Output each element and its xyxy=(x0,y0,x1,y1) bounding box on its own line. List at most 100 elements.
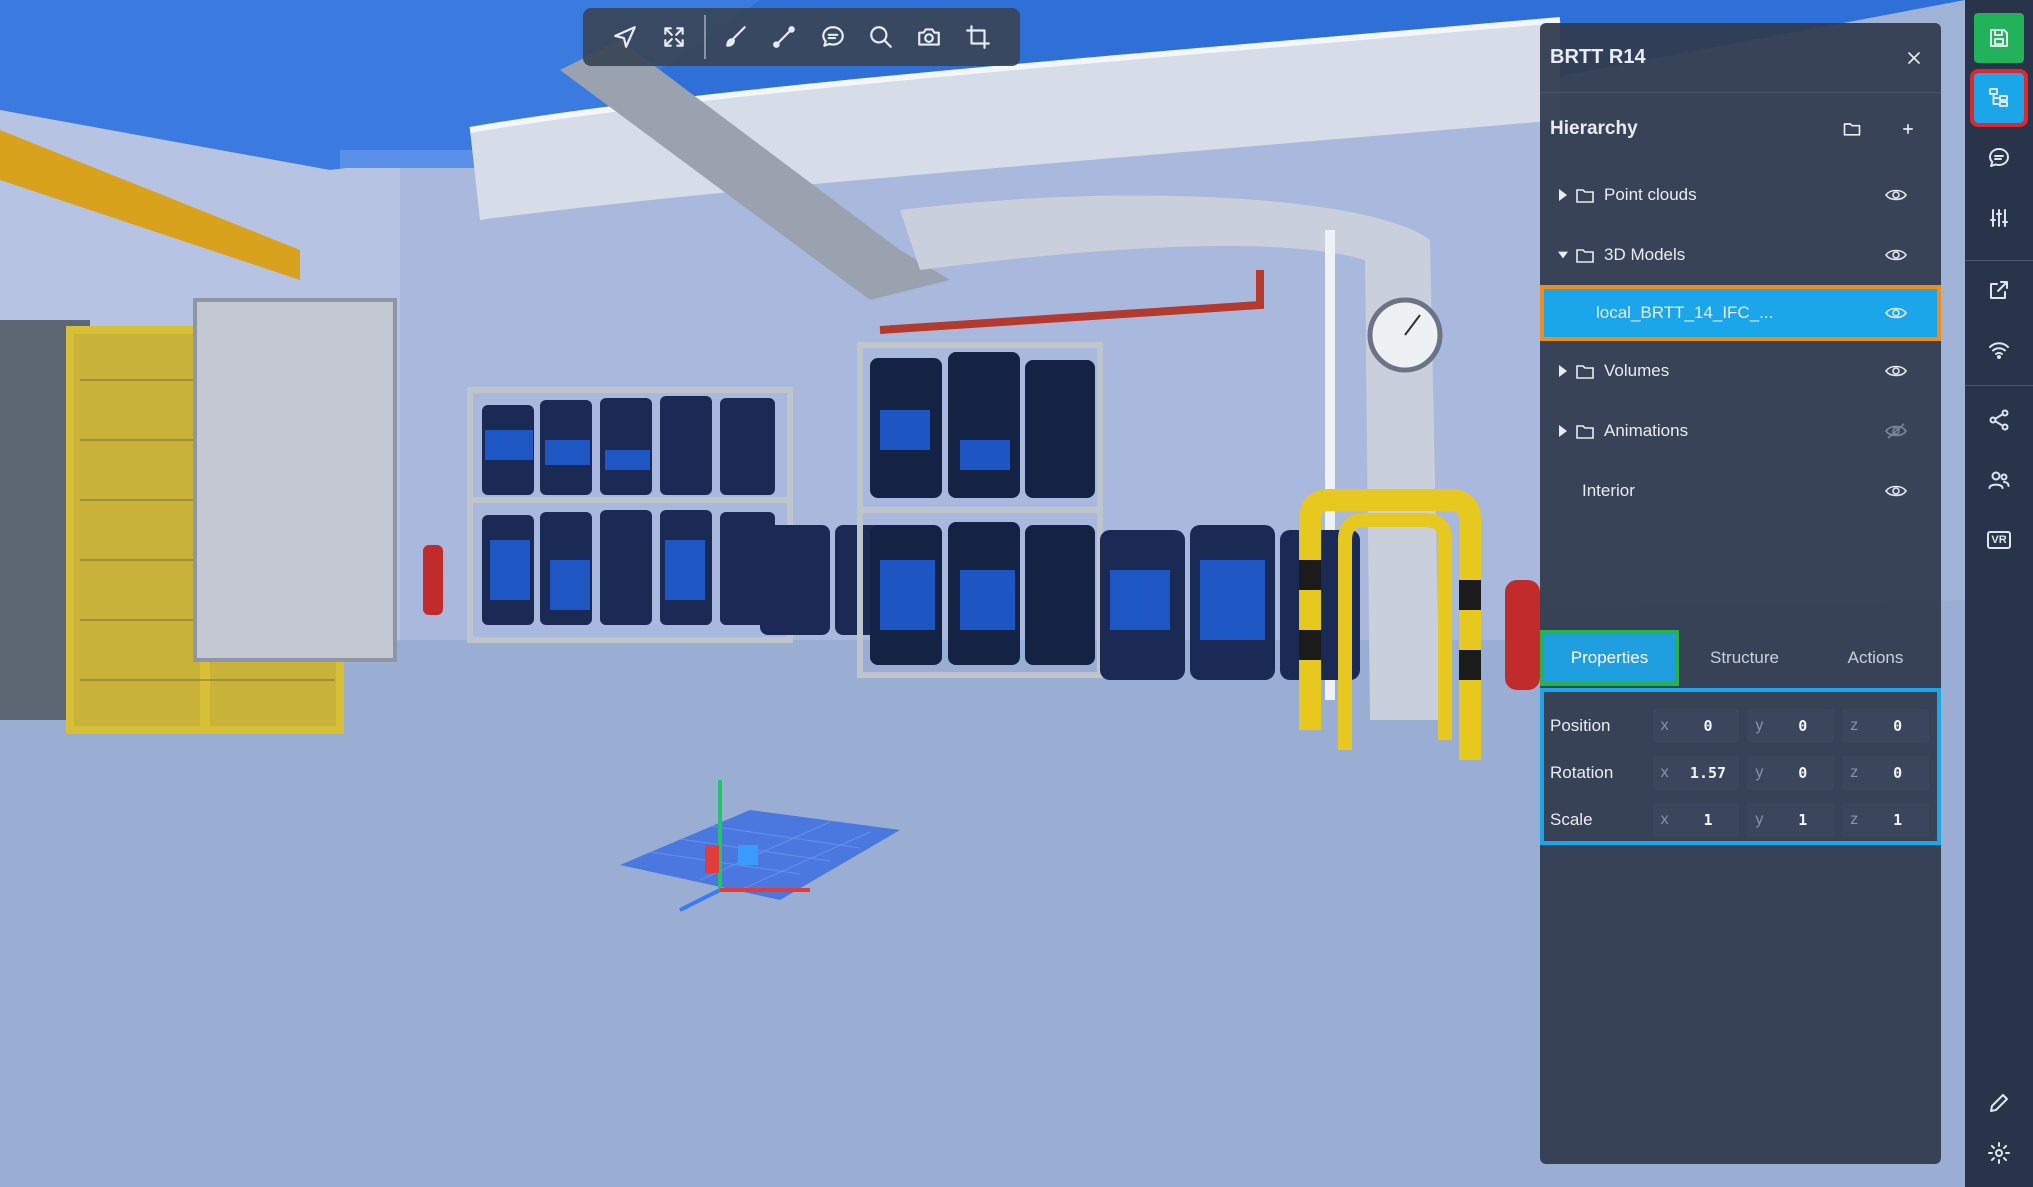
hierarchy-tree-icon xyxy=(1989,88,2008,107)
open-external-button[interactable] xyxy=(1974,265,2024,315)
rotation-x-field[interactable]: x 1.57 xyxy=(1652,755,1740,790)
hierarchy-panel-button[interactable] xyxy=(1970,69,2028,127)
rail-divider xyxy=(1965,260,2033,261)
vr-icon: VR xyxy=(1987,531,2011,549)
measure-button[interactable] xyxy=(760,8,808,66)
position-y-field[interactable]: y0 xyxy=(1747,708,1835,743)
camera-button[interactable] xyxy=(905,8,953,66)
add-item-button[interactable] xyxy=(1891,112,1925,146)
scale-y-field[interactable]: y1 xyxy=(1747,802,1835,837)
measure-icon xyxy=(773,26,796,48)
scale-x-field[interactable]: x1 xyxy=(1652,802,1740,837)
network-button[interactable] xyxy=(1974,325,2024,375)
hierarchy-header: Hierarchy xyxy=(1540,93,1941,165)
visibility-eye-icon[interactable] xyxy=(1885,483,1907,499)
save-button[interactable] xyxy=(1974,13,2024,63)
scale-z-field[interactable]: z1 xyxy=(1842,802,1929,837)
tree-item-label: Volumes xyxy=(1604,361,1670,380)
expand-arrow-icon[interactable] xyxy=(1556,425,1570,437)
fit-view-button[interactable] xyxy=(649,8,697,66)
tree-item-animations[interactable]: Animations xyxy=(1540,401,1941,461)
transform-properties: Position x0 y0 z0 Rotation x 1.57 y0 z0 S… xyxy=(1540,688,1941,845)
visibility-eye-icon[interactable] xyxy=(1885,363,1907,379)
folder-icon xyxy=(1576,363,1594,379)
tree-item-point-clouds[interactable]: Point clouds xyxy=(1540,165,1941,225)
comment-button[interactable] xyxy=(808,8,856,66)
tab-properties[interactable]: Properties xyxy=(1540,630,1679,686)
paint-brush-button[interactable] xyxy=(712,8,760,66)
settings-sliders-button[interactable] xyxy=(1974,193,2024,243)
crop-button[interactable] xyxy=(954,8,1002,66)
folder-icon xyxy=(1576,247,1594,263)
position-row: Position x0 y0 z0 xyxy=(1544,702,1937,749)
navigate-button[interactable] xyxy=(601,8,649,66)
rotation-label: Rotation xyxy=(1550,762,1614,782)
tree-item-label: Point clouds xyxy=(1604,185,1697,204)
tree-item-3d-models[interactable]: 3D Models xyxy=(1540,225,1941,285)
tab-structure[interactable]: Structure xyxy=(1679,630,1810,686)
position-label: Position xyxy=(1550,715,1611,735)
tree-item-label: local_BRTT_14_IFC_... xyxy=(1596,303,1774,322)
tree-item-interior[interactable]: Interior xyxy=(1540,461,1941,521)
right-sidebar: VR xyxy=(1965,0,2033,1187)
rotation-row: Rotation x 1.57 y0 z0 xyxy=(1544,749,1937,796)
close-icon xyxy=(1908,51,1920,64)
gear-icon xyxy=(1988,1142,2010,1164)
sliders-icon xyxy=(1990,209,2008,227)
folder-icon xyxy=(1576,187,1594,203)
panel-title: BRTT R14 xyxy=(1550,46,1646,68)
users-button[interactable] xyxy=(1974,455,2024,505)
visibility-eye-icon[interactable] xyxy=(1885,187,1907,203)
folder-icon xyxy=(1576,423,1594,439)
comments-button[interactable] xyxy=(1974,133,2024,183)
rotation-y-field[interactable]: y0 xyxy=(1747,755,1835,790)
visibility-eye-icon[interactable] xyxy=(1885,247,1907,263)
add-folder-button[interactable] xyxy=(1835,112,1869,146)
crop-icon xyxy=(965,25,990,49)
scale-label: Scale xyxy=(1550,809,1593,829)
collapse-arrow-icon[interactable] xyxy=(1556,249,1570,261)
panel-tabs: Properties Structure Actions xyxy=(1540,630,1941,686)
hierarchy-title: Hierarchy xyxy=(1550,118,1638,139)
tree-item-ifc-model[interactable]: local_BRTT_14_IFC_... xyxy=(1540,285,1941,341)
camera-icon xyxy=(918,28,941,46)
tab-actions[interactable]: Actions xyxy=(1810,630,1941,686)
save-icon xyxy=(1990,29,2008,47)
external-link-icon xyxy=(1990,281,2008,299)
search-button[interactable] xyxy=(857,8,905,66)
tree-item-label: Animations xyxy=(1604,421,1689,440)
share-icon xyxy=(1989,409,2009,431)
settings-button[interactable] xyxy=(1974,1128,2024,1178)
expand-arrow-icon[interactable] xyxy=(1556,189,1570,201)
vr-button[interactable]: VR xyxy=(1974,515,2024,565)
rail-divider xyxy=(1965,385,2033,386)
search-icon xyxy=(870,26,892,48)
pencil-icon xyxy=(1990,1094,2008,1112)
fit-view-icon xyxy=(663,27,684,47)
position-z-field[interactable]: z0 xyxy=(1842,708,1929,743)
visibility-eye-icon[interactable] xyxy=(1885,305,1907,321)
position-x-field[interactable]: x0 xyxy=(1652,708,1740,743)
wifi-icon xyxy=(1989,342,2009,359)
edit-button[interactable] xyxy=(1974,1078,2024,1128)
hierarchy-tree: Point clouds 3D Models local_BRTT_14_IFC… xyxy=(1540,165,1941,521)
visibility-hidden-eye-icon[interactable] xyxy=(1885,423,1907,439)
tree-item-label: Interior xyxy=(1582,481,1635,500)
expand-arrow-icon[interactable] xyxy=(1556,365,1570,377)
close-panel-button[interactable] xyxy=(1897,41,1931,75)
comment-icon xyxy=(1989,148,2009,167)
share-button[interactable] xyxy=(1974,395,2024,445)
scale-row: Scale x1 y1 z1 xyxy=(1544,796,1937,843)
users-icon xyxy=(1988,471,2010,489)
paint-brush-icon xyxy=(726,26,746,47)
toolbar-divider xyxy=(703,15,706,59)
rotation-z-field[interactable]: z0 xyxy=(1842,755,1929,790)
plus-icon xyxy=(1903,124,1913,134)
navigate-icon xyxy=(614,26,637,48)
comment-icon xyxy=(821,26,844,47)
object-panel: BRTT R14 Hierarchy Point clouds 3D Model… xyxy=(1540,23,1941,1164)
tree-item-volumes[interactable]: Volumes xyxy=(1540,341,1941,401)
folder-icon xyxy=(1843,123,1861,136)
tree-item-label: 3D Models xyxy=(1604,245,1686,264)
viewer-toolbar xyxy=(583,8,1020,66)
